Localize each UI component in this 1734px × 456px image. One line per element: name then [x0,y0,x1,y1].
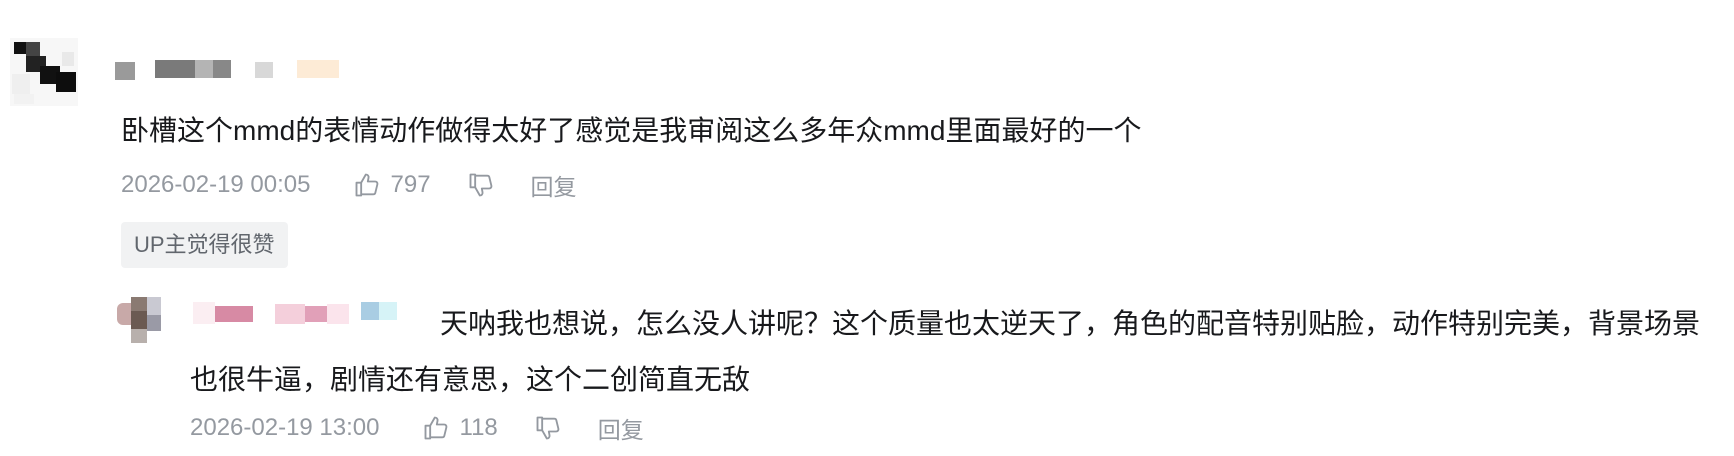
reply-content: 天呐我也想说，怎么没人讲呢？这个质量也太逆天了，角色的配音特别贴脸，动作特别完美… [190,308,1701,395]
like-count: 118 [459,414,498,441]
comment-reply-button[interactable]: 回复 [531,168,577,202]
comment-timestamp: 2026-02-19 00:05 [121,171,311,198]
up-liked-badge: UP主觉得很赞 [121,222,288,268]
reply-dislike-button[interactable] [534,414,562,442]
like-count: 797 [390,171,431,198]
comment-content: 卧槽这个mmd的表情动作做得太好了感觉是我审阅这么多年众mmd里面最好的一个 [121,115,1142,146]
comment-meta: 2026-02-19 00:05 797 回复 [121,167,577,203]
comment-like-button[interactable]: 797 [353,171,431,199]
thumbs-up-icon [424,416,447,440]
thumbs-up-icon [355,173,378,197]
thumbs-down-icon [536,416,560,440]
replier-avatar[interactable] [117,297,177,343]
reply-like-button[interactable]: 118 [422,414,498,442]
thumbs-down-icon [469,173,492,197]
reply-timestamp: 2026-02-19 13:00 [190,414,380,441]
reply-reply-button[interactable]: 回复 [598,411,644,445]
commenter-username[interactable] [115,60,355,82]
reply-meta: 2026-02-19 13:00 118 回复 [190,410,644,446]
comment-dislike-button[interactable] [467,171,495,199]
commenter-avatar[interactable] [10,38,78,106]
